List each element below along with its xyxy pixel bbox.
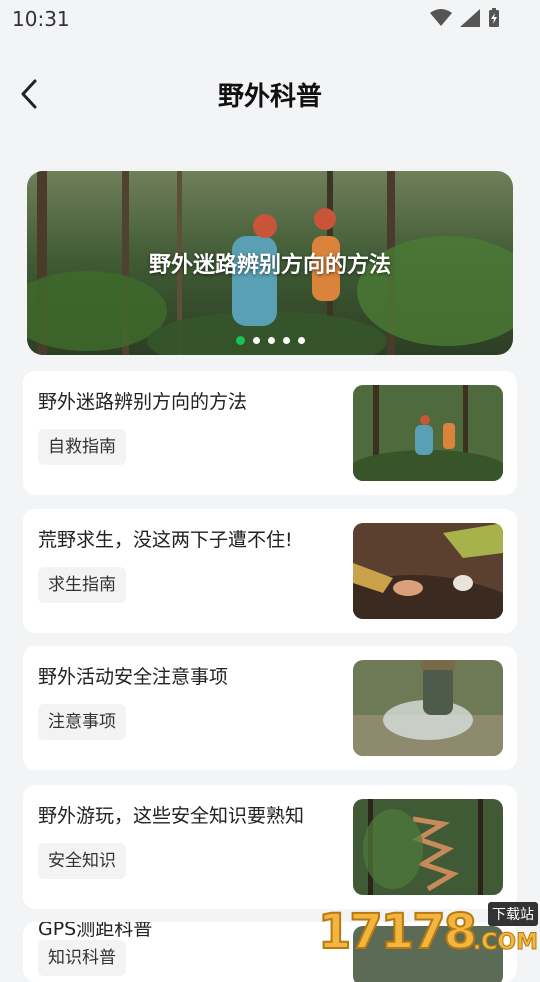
carousel-dot[interactable] (235, 336, 245, 345)
watermark-com: .COM (472, 930, 538, 956)
article-card[interactable]: 野外迷路辨别方向的方法 自救指南 (23, 371, 517, 495)
watermark-download: 下载站 (488, 902, 538, 926)
carousel-dot[interactable] (297, 337, 305, 344)
status-bar: 10:31 (0, 0, 540, 36)
article-thumbnail (353, 799, 503, 895)
site-watermark: 17178 下载站 .COM (317, 900, 540, 961)
wifi-icon (430, 9, 452, 26)
page-title: 野外科普 (217, 82, 322, 112)
article-tag: 安全知识 (38, 843, 126, 879)
carousel-dot[interactable] (267, 337, 275, 344)
article-title: GPS测距科普 (38, 922, 153, 940)
top-bar: 野外科普 (0, 64, 540, 124)
article-card[interactable]: 野外活动安全注意事项 注意事项 (23, 646, 517, 770)
article-title: 野外活动安全注意事项 (38, 666, 229, 688)
banner-title: 野外迷路辨别方向的方法 (148, 253, 391, 278)
article-tag: 自救指南 (38, 429, 126, 465)
banner-carousel[interactable]: 野外迷路辨别方向的方法 (27, 171, 513, 355)
battery-icon (489, 8, 499, 27)
article-tag: 求生指南 (38, 567, 126, 603)
article-title: 野外游玩，这些安全知识要熟知 (38, 805, 305, 827)
carousel-dot[interactable] (252, 337, 260, 344)
article-card[interactable]: 荒野求生，没这两下子遭不住! 求生指南 (23, 509, 517, 633)
status-time: 10:31 (12, 7, 70, 31)
article-card[interactable]: 野外游玩，这些安全知识要熟知 安全知识 (23, 785, 517, 909)
article-thumbnail (353, 523, 503, 619)
signal-icon (460, 9, 480, 27)
article-thumbnail (353, 385, 503, 481)
article-thumbnail (353, 660, 503, 756)
carousel-indicator (0, 336, 540, 345)
article-title: 野外迷路辨别方向的方法 (38, 391, 248, 413)
status-icons (430, 8, 500, 28)
article-title: 荒野求生，没这两下子遭不住! (38, 529, 293, 551)
watermark-number: 17178 (317, 903, 478, 961)
article-tag: 知识科普 (38, 940, 126, 976)
carousel-dot[interactable] (282, 337, 290, 344)
article-tag: 注意事项 (38, 704, 126, 740)
